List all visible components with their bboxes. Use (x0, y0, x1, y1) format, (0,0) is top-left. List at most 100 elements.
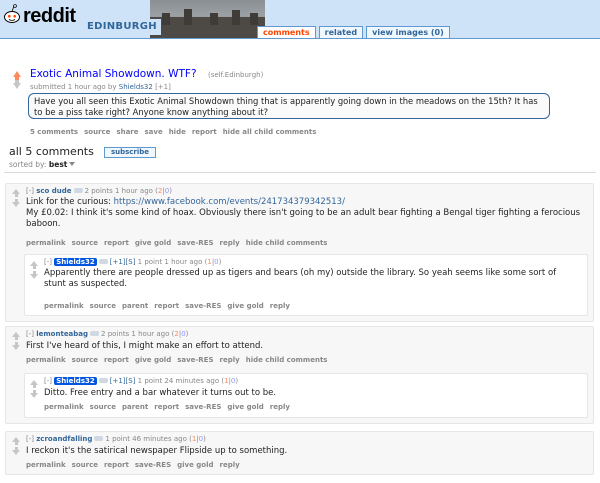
comment-text: Link for the curious: (26, 197, 114, 207)
user-tag-icon[interactable] (73, 188, 83, 193)
user-tag-icon[interactable] (94, 436, 104, 441)
report-button[interactable]: report (154, 403, 179, 411)
post-author[interactable]: Shields32 (119, 83, 153, 91)
score-bracket: ) (203, 435, 206, 443)
comment-body: I reckon it's the satirical newspaper Fl… (26, 446, 288, 456)
reddit-logo[interactable]: reddit (23, 5, 76, 28)
post-tagline: submitted 1 hour ago by Shields32 [+1] (30, 83, 171, 91)
reply-button[interactable]: reply (270, 302, 290, 310)
collapse-toggle[interactable]: [-] (26, 187, 34, 195)
save-res-button[interactable]: save-RES (185, 403, 221, 411)
downvote-arrow-icon[interactable] (12, 199, 20, 207)
score-bracket: ) (169, 187, 172, 195)
comment-meta: 1 point 46 minutes ago (105, 435, 187, 443)
reply-button[interactable]: reply (270, 403, 290, 411)
downvote-arrow-icon[interactable] (12, 342, 20, 350)
share-button[interactable]: share (116, 128, 138, 136)
user-tag-icon[interactable] (98, 378, 108, 383)
collapse-toggle[interactable]: [-] (44, 258, 52, 266)
comment-body: Link for the curious: https://www.facebo… (26, 197, 586, 230)
comment-meta: 2 points 1 hour ago (101, 330, 170, 338)
comments-count-link[interactable]: 5 comments (30, 128, 78, 136)
hide-child-comments-button[interactable]: hide all child comments (223, 128, 317, 136)
give-gold-button[interactable]: give gold (227, 302, 263, 310)
sort-menu[interactable]: sorted by: best (9, 160, 76, 169)
source-button[interactable]: source (90, 403, 116, 411)
save-res-button[interactable]: save-RES (177, 356, 213, 364)
source-button[interactable]: source (72, 239, 98, 247)
save-res-button[interactable]: save-RES (177, 239, 213, 247)
report-button[interactable]: report (104, 356, 129, 364)
permalink-button[interactable]: permalink (26, 356, 66, 364)
comment-author[interactable]: Shields32 (54, 377, 97, 385)
source-button[interactable]: source (72, 356, 98, 364)
reply-button[interactable]: reply (220, 239, 240, 247)
comment-tagline: [-] Shields32 [+1][S] 1 point 24 minutes … (44, 377, 238, 385)
hide-child-comments-button[interactable]: hide child comments (246, 239, 328, 247)
castle-banner-image (150, 0, 265, 38)
upvote-arrow-icon[interactable] (30, 261, 38, 269)
subscribe-button[interactable]: subscribe (104, 147, 156, 158)
comment-meta: 2 points 1 hour ago (84, 187, 153, 195)
source-button[interactable]: source (72, 461, 98, 469)
collapse-toggle[interactable]: [-] (44, 377, 52, 385)
report-button[interactable]: report (192, 128, 217, 136)
report-button[interactable]: report (104, 461, 129, 469)
post-title[interactable]: Exotic Animal Showdown. WTF? (30, 68, 197, 80)
user-tag-icon[interactable] (90, 331, 100, 336)
chevron-down-icon[interactable] (69, 162, 76, 166)
give-gold-button[interactable]: give gold (135, 356, 171, 364)
reddit-alien-icon[interactable] (3, 3, 21, 25)
give-gold-button[interactable]: give gold (177, 461, 213, 469)
source-button[interactable]: source (90, 302, 116, 310)
give-gold-button[interactable]: give gold (227, 403, 263, 411)
reply-button[interactable]: reply (220, 461, 240, 469)
comment-author[interactable]: Shields32 (54, 258, 97, 266)
downvote-arrow-icon[interactable] (30, 271, 38, 279)
save-res-button[interactable]: save-RES (185, 302, 221, 310)
permalink-button[interactable]: permalink (44, 403, 84, 411)
collapse-toggle[interactable]: [-] (26, 435, 34, 443)
downvote-arrow-icon[interactable] (13, 80, 21, 89)
user-tag-icon[interactable] (98, 259, 108, 264)
source-button[interactable]: source (84, 128, 110, 136)
author-flag: [+1] (155, 83, 171, 91)
post-domain[interactable]: (self.Edinburgh) (208, 71, 263, 79)
upvote-arrow-icon[interactable] (12, 437, 20, 445)
upvote-arrow-icon[interactable] (30, 380, 38, 388)
report-button[interactable]: report (154, 302, 179, 310)
hide-child-comments-button[interactable]: hide child comments (246, 356, 328, 364)
upvote-arrow-icon[interactable] (12, 332, 20, 340)
permalink-button[interactable]: permalink (26, 461, 66, 469)
comment-author[interactable]: sco dude (36, 187, 71, 195)
parent-button[interactable]: parent (122, 403, 148, 411)
sort-value[interactable]: best (49, 160, 68, 169)
comment-body: Ditto. Free entry and a bar whatever it … (44, 388, 277, 398)
upvote-arrow-icon[interactable] (12, 189, 20, 197)
permalink-button[interactable]: permalink (26, 239, 66, 247)
report-button[interactable]: report (104, 239, 129, 247)
subreddit-name[interactable]: EDINBURGH (83, 19, 161, 35)
comment-reply: [-] Shields32 [+1][S] 1 point 24 minutes … (24, 373, 588, 418)
downvote-arrow-icon[interactable] (30, 390, 38, 398)
comment-link[interactable]: https://www.facebook.com/events/24173437… (114, 197, 345, 207)
hide-button[interactable]: hide (169, 128, 186, 136)
downvote-arrow-icon[interactable] (12, 447, 20, 455)
comment-text: My £0.02: I think it's some kind of hoax… (26, 208, 581, 229)
tab-comments[interactable]: comments (257, 26, 316, 38)
comment-author[interactable]: lemonteabag (36, 330, 88, 338)
give-gold-button[interactable]: give gold (135, 239, 171, 247)
tab-view-images[interactable]: view images (0) (366, 26, 450, 38)
parent-button[interactable]: parent (122, 302, 148, 310)
save-res-button[interactable]: save-RES (135, 461, 171, 469)
permalink-button[interactable]: permalink (44, 302, 84, 310)
save-button[interactable]: save (145, 128, 163, 136)
comment-author[interactable]: zcroandfalling (36, 435, 92, 443)
comment-count-heading: all 5 comments (9, 145, 94, 158)
collapse-toggle[interactable]: [-] (26, 330, 34, 338)
comment-tagline: [-] Shields32 [+1][S] 1 point 1 hour ago … (44, 258, 221, 266)
upvote-arrow-icon[interactable] (13, 71, 21, 80)
tab-related[interactable]: related (318, 26, 364, 38)
reply-button[interactable]: reply (220, 356, 240, 364)
comment-buttons: permalink source report save-RES give go… (26, 461, 240, 469)
